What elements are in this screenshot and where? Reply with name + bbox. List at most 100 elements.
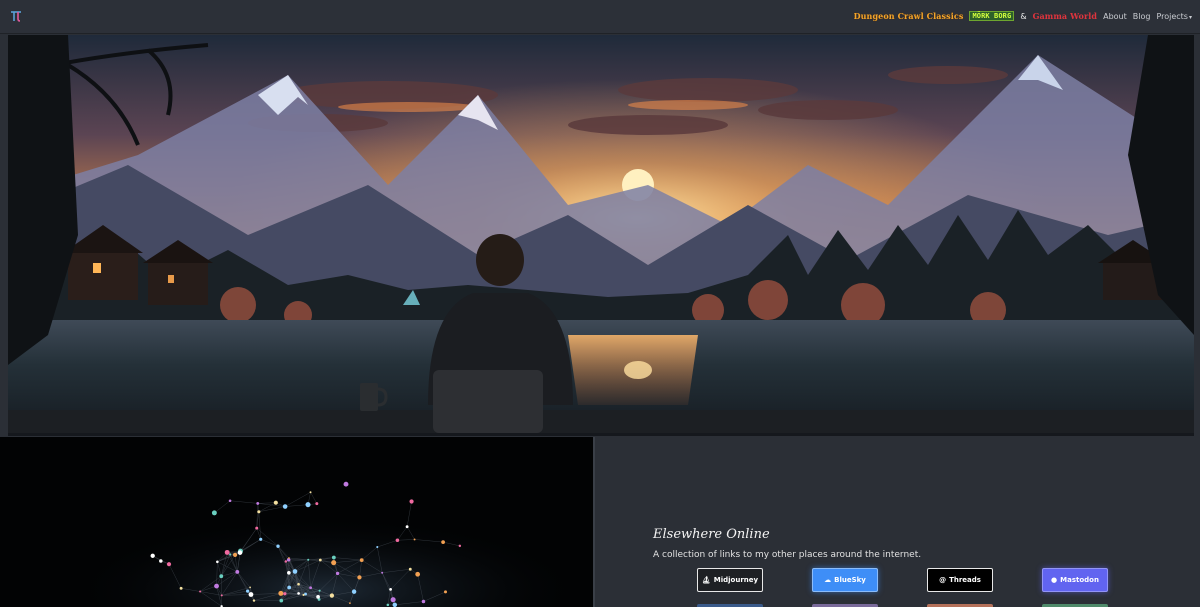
- network-node: [415, 571, 421, 577]
- network-node: [392, 602, 398, 607]
- network-node: [309, 586, 313, 590]
- nav-projects-dropdown[interactable]: Projects▾: [1156, 12, 1192, 21]
- tau-logo-icon[interactable]: [9, 9, 23, 23]
- network-node: [331, 560, 337, 566]
- network-node: [302, 593, 305, 597]
- network-node: [305, 502, 311, 508]
- bluesky-button[interactable]: ☁ BlueSky: [812, 568, 878, 592]
- sail-icon: ⛵︎: [701, 576, 711, 584]
- network-node: [214, 583, 219, 589]
- network-node: [232, 552, 238, 557]
- network-node: [288, 557, 290, 559]
- nav-links: Dungeon Crawl Classics MÖRK BORG & Gamma…: [854, 8, 1192, 24]
- network-node: [246, 589, 250, 593]
- mastodon-icon: ●: [1051, 576, 1058, 584]
- network-node: [395, 538, 400, 543]
- network-node: [220, 594, 223, 597]
- network-node: [237, 550, 243, 555]
- network-node: [211, 510, 217, 516]
- section-title: Elsewhere Online: [653, 527, 770, 542]
- network-node: [257, 510, 261, 514]
- threads-icon: @: [939, 576, 947, 584]
- network-node: [150, 553, 155, 558]
- network-node: [287, 570, 291, 575]
- section-subtitle: A collection of links to my other places…: [653, 550, 922, 560]
- network-node: [276, 544, 280, 548]
- network-node: [235, 569, 240, 574]
- network-node: [421, 599, 426, 604]
- nav-blog-link[interactable]: Blog: [1133, 12, 1151, 21]
- network-node: [219, 574, 224, 579]
- network-node: [357, 575, 362, 580]
- network-node: [329, 593, 335, 598]
- network-node: [351, 589, 357, 594]
- network-node: [413, 538, 416, 541]
- network-node: [349, 602, 351, 604]
- nav-projects-label: Projects: [1156, 11, 1188, 21]
- network-node: [389, 588, 392, 591]
- network-node: [335, 571, 340, 576]
- network-node: [229, 553, 232, 556]
- particle-network-illustration: [0, 437, 593, 607]
- network-node: [307, 558, 310, 561]
- network-node: [309, 491, 312, 494]
- network-node: [444, 590, 448, 594]
- network-node: [408, 567, 412, 571]
- network-node: [255, 526, 259, 530]
- network-node: [278, 590, 284, 596]
- cloud-icon: ☁: [824, 576, 832, 584]
- mastodon-label: Mastodon: [1060, 576, 1099, 584]
- gamma-world-link[interactable]: Gamma World: [1033, 11, 1098, 21]
- network-node: [331, 555, 336, 560]
- threads-label: Threads: [949, 576, 981, 584]
- sunset-lake-illustration: [8, 35, 1194, 433]
- threads-button[interactable]: @ Threads: [927, 568, 993, 592]
- network-node: [376, 545, 379, 549]
- network-node: [166, 562, 172, 567]
- network-node: [249, 586, 251, 589]
- network-node: [359, 558, 364, 563]
- mastodon-button[interactable]: ● Mastodon: [1042, 568, 1108, 592]
- network-node: [318, 589, 321, 592]
- network-node: [284, 560, 288, 563]
- nav-about-link[interactable]: About: [1103, 12, 1127, 21]
- network-node: [458, 544, 462, 548]
- network-node: [386, 603, 390, 607]
- network-node: [159, 559, 163, 563]
- network-node: [297, 592, 300, 595]
- network-node: [283, 592, 287, 596]
- network-node: [316, 594, 320, 599]
- network-node: [224, 549, 230, 555]
- dungeon-crawl-classics-link[interactable]: Dungeon Crawl Classics: [854, 11, 964, 21]
- network-node: [297, 582, 300, 586]
- navbar: Dungeon Crawl Classics MÖRK BORG & Gamma…: [0, 0, 1200, 34]
- network-node: [199, 590, 202, 593]
- network-node: [441, 540, 445, 544]
- network-node: [381, 571, 384, 574]
- network-node: [282, 504, 288, 509]
- network-node: [216, 560, 219, 564]
- network-node: [259, 537, 263, 541]
- hero-image: [8, 35, 1194, 436]
- network-node: [279, 598, 284, 603]
- network-node: [318, 558, 322, 562]
- ampersand: &: [1020, 11, 1027, 21]
- network-node: [343, 481, 349, 487]
- network-node: [248, 592, 254, 597]
- midjourney-button[interactable]: ⛵︎ Midjourney: [697, 568, 763, 592]
- network-node: [390, 597, 396, 603]
- mork-borg-link[interactable]: MÖRK BORG: [969, 11, 1015, 21]
- elsewhere-online-section: Elsewhere Online A collection of links t…: [653, 527, 1173, 560]
- network-node: [315, 502, 319, 506]
- network-node: [409, 499, 414, 504]
- network-node: [228, 499, 232, 503]
- chevron-down-icon: ▾: [1188, 13, 1192, 21]
- network-node: [252, 599, 256, 602]
- network-node: [292, 569, 298, 574]
- bluesky-label: BlueSky: [834, 576, 866, 584]
- network-graphic: [0, 437, 595, 607]
- network-node: [287, 585, 292, 590]
- midjourney-label: Midjourney: [713, 576, 759, 584]
- network-node: [273, 500, 278, 505]
- network-node: [256, 501, 260, 505]
